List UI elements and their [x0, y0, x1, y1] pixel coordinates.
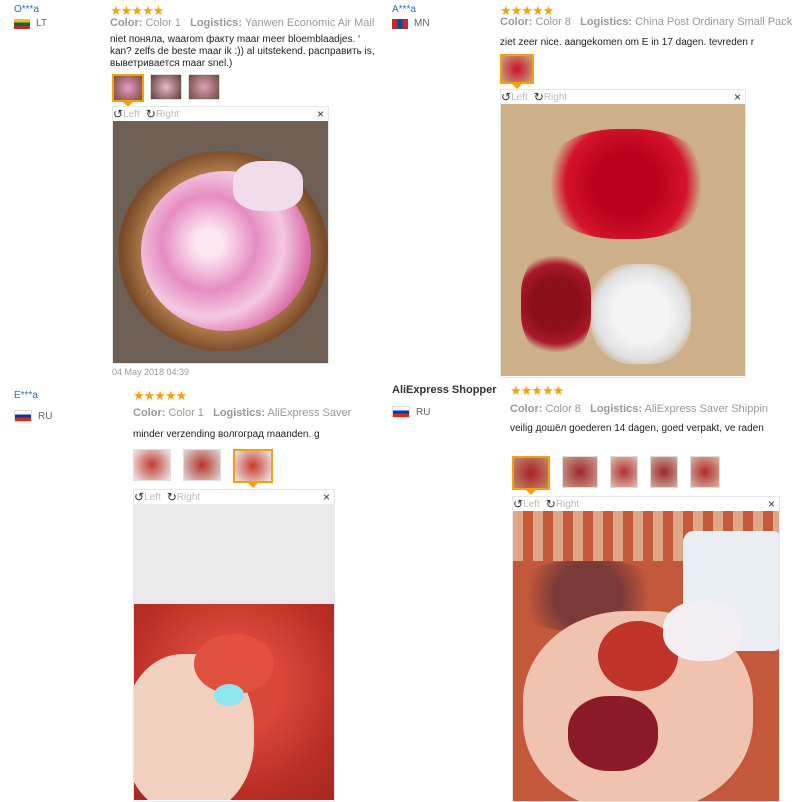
- rotate-right-label: Right: [155, 108, 180, 120]
- review-text: niet поняла, waarom факту maar meer bloe…: [110, 34, 375, 69]
- country-code: LT: [36, 18, 47, 29]
- country-code: MN: [414, 18, 430, 29]
- rotate-right-icon: ↻: [166, 490, 177, 504]
- review-photo: [513, 511, 779, 801]
- image-viewer: ↺ Left ↻ Right ×: [112, 106, 329, 364]
- review-thumbnails: [500, 54, 534, 89]
- reviewer-country: MN: [392, 18, 430, 29]
- color-value: Color 1: [168, 407, 204, 419]
- color-label: Color:: [510, 403, 543, 415]
- rotate-left-button[interactable]: ↺ Left: [501, 90, 528, 104]
- reviewer-name[interactable]: O***a: [14, 4, 39, 15]
- rotate-right-label: Right: [543, 91, 568, 103]
- logistics-label: Logistics:: [190, 17, 243, 29]
- review-meta: Color: Color 8 Logistics: China Post Ord…: [500, 16, 800, 28]
- rotate-right-button[interactable]: ↻ Right: [167, 490, 200, 504]
- image-viewer: ↺ Left ↻ Right ×: [512, 496, 780, 802]
- rotate-right-icon: ↻: [545, 497, 556, 511]
- rotate-right-button[interactable]: ↻ Right: [534, 90, 567, 104]
- color-label: Color:: [133, 407, 166, 419]
- reviewer-name[interactable]: AliExpress Shopper: [392, 384, 497, 396]
- viewer-toolbar: ↺ Left ↻ Right ×: [513, 497, 779, 511]
- rotate-right-icon: ↻: [145, 107, 156, 121]
- color-value: Color 1: [145, 17, 181, 29]
- rotate-left-button[interactable]: ↺ Left: [134, 490, 161, 504]
- logistics-value: AliExpress Saver Shippin: [644, 403, 769, 415]
- review-thumbnails: [112, 74, 220, 107]
- reviewer-name[interactable]: E***a: [14, 390, 38, 401]
- review-text: ziet zeer nice. aangekomen om E in 17 da…: [500, 37, 755, 48]
- rotate-left-label: Left: [511, 91, 528, 103]
- rotate-left-button[interactable]: ↺ Left: [113, 107, 140, 121]
- rating-stars: ★★★★★: [510, 383, 564, 398]
- thumbnail[interactable]: [183, 449, 221, 481]
- thumbnail[interactable]: [112, 74, 144, 107]
- color-label: Color:: [110, 17, 143, 29]
- thumbnail[interactable]: [650, 456, 678, 488]
- close-icon[interactable]: ×: [317, 107, 324, 121]
- thumbnail[interactable]: [188, 74, 220, 100]
- rotate-left-icon: ↺: [513, 497, 524, 511]
- rotate-right-button[interactable]: ↻ Right: [546, 497, 579, 511]
- rotate-left-label: Left: [123, 108, 140, 120]
- rotate-right-label: Right: [176, 491, 201, 503]
- reviewer-country: LT: [14, 18, 47, 29]
- rotate-left-icon: ↺: [134, 490, 145, 504]
- review-text: veilig дошёл goederen 14 dagen, goed ver…: [510, 423, 764, 434]
- review-text: minder verzending волгоград maanden. g: [133, 429, 320, 440]
- review-photo: [501, 104, 745, 376]
- close-icon[interactable]: ×: [768, 497, 775, 511]
- thumbnail[interactable]: [610, 456, 638, 488]
- rotate-left-label: Left: [523, 498, 540, 510]
- lithuania-flag-icon: [14, 18, 30, 29]
- viewer-toolbar: ↺ Left ↻ Right ×: [501, 90, 745, 104]
- russia-flag-icon: [392, 406, 410, 418]
- rotate-left-label: Left: [144, 491, 161, 503]
- logistics-value: AliExpress Saver: [267, 407, 352, 419]
- reviewer-name[interactable]: A***a: [392, 4, 416, 15]
- rotate-left-icon: ↺: [113, 107, 124, 121]
- thumbnail[interactable]: [512, 456, 550, 495]
- country-code: RU: [416, 406, 431, 418]
- color-value: Color 8: [545, 403, 581, 415]
- reviewer-country: RU: [14, 410, 52, 422]
- thumbnail[interactable]: [500, 54, 534, 89]
- russia-flag-icon: [14, 410, 32, 422]
- viewer-toolbar: ↺ Left ↻ Right ×: [113, 107, 328, 121]
- close-icon[interactable]: ×: [323, 490, 330, 504]
- review-photo: [134, 504, 334, 800]
- rotate-right-label: Right: [555, 498, 580, 510]
- review-meta: Color: Color 1 Logistics: Yanwen Economi…: [110, 17, 390, 29]
- color-value: Color 8: [535, 16, 571, 28]
- thumbnail[interactable]: [133, 449, 171, 481]
- review-meta: Color: Color 8 Logistics: AliExpress Sav…: [510, 403, 800, 415]
- review-photo: [113, 121, 328, 363]
- image-viewer: ↺ Left ↻ Right ×: [500, 89, 746, 378]
- review-meta: Color: Color 1 Logistics: AliExpress Sav…: [133, 407, 380, 419]
- logistics-label: Logistics:: [213, 407, 266, 419]
- rotate-left-button[interactable]: ↺ Left: [513, 497, 540, 511]
- color-label: Color:: [500, 16, 533, 28]
- country-code: RU: [38, 410, 53, 422]
- image-viewer: ↺ Left ↻ Right ×: [133, 489, 335, 802]
- thumbnail[interactable]: [233, 449, 273, 488]
- logistics-label: Logistics:: [580, 16, 633, 28]
- rotate-left-icon: ↺: [501, 90, 512, 104]
- thumbnail[interactable]: [562, 456, 598, 488]
- reviewer-country: RU: [392, 406, 430, 418]
- rating-stars: ★★★★★: [133, 388, 187, 403]
- logistics-value: China Post Ordinary Small Pack: [635, 16, 793, 28]
- logistics-label: Logistics:: [590, 403, 643, 415]
- review-thumbnails: [133, 449, 273, 488]
- review-thumbnails: [512, 456, 720, 495]
- thumbnail[interactable]: [690, 456, 720, 488]
- rotate-right-icon: ↻: [533, 90, 544, 104]
- logistics-value: Yanwen Economic Air Mail: [244, 17, 375, 29]
- close-icon[interactable]: ×: [734, 90, 741, 104]
- rotate-right-button[interactable]: ↻ Right: [146, 107, 179, 121]
- viewer-toolbar: ↺ Left ↻ Right ×: [134, 490, 334, 504]
- thumbnail[interactable]: [150, 74, 182, 100]
- mongolia-flag-icon: [392, 18, 408, 29]
- review-date: 04 May 2018 04:39: [112, 367, 190, 377]
